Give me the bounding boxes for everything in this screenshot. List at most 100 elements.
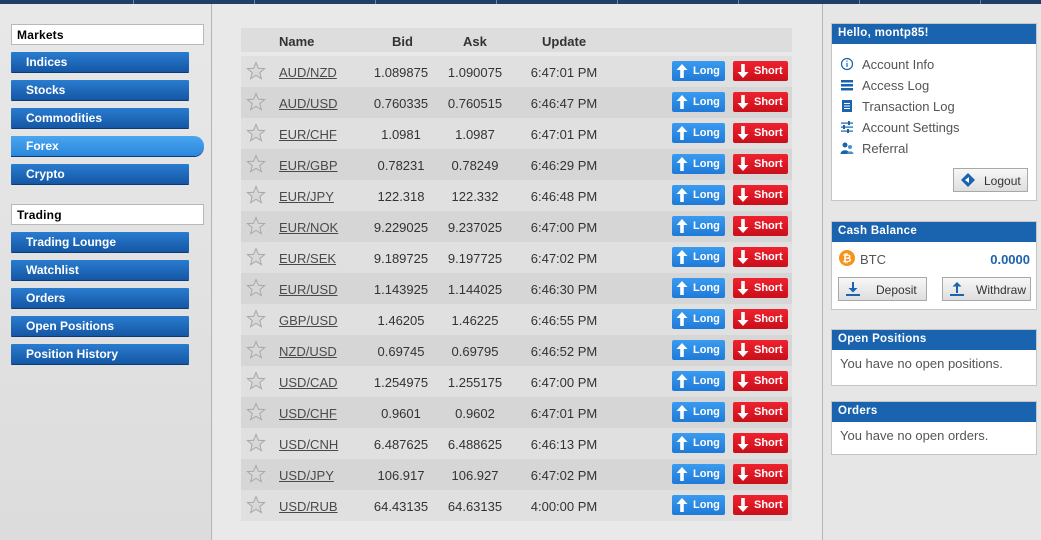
nav-position-history[interactable]: Position History xyxy=(11,344,189,364)
instrument-name[interactable]: EUR/SEK xyxy=(279,251,336,266)
nav-forex[interactable]: Forex xyxy=(11,136,204,156)
withdraw-button[interactable]: Withdraw xyxy=(942,277,1031,301)
instrument-name[interactable]: EUR/CHF xyxy=(279,127,337,142)
star-icon[interactable] xyxy=(246,433,266,453)
nav-open-positions[interactable]: Open Positions xyxy=(11,316,189,336)
instrument-name[interactable]: USD/JPY xyxy=(279,468,334,483)
nav-trading-lounge[interactable]: Trading Lounge xyxy=(11,232,189,252)
long-button[interactable]: Long xyxy=(672,278,725,298)
long-button[interactable]: Long xyxy=(672,216,725,236)
short-button[interactable]: Short xyxy=(733,61,788,81)
long-button[interactable]: Long xyxy=(672,464,725,484)
long-button[interactable]: Long xyxy=(672,247,725,267)
long-button[interactable]: Long xyxy=(672,433,725,453)
star-icon[interactable] xyxy=(246,185,266,205)
arrow-up-icon xyxy=(676,404,688,420)
table-row: USD/CNH 6.487625 6.488625 6:46:13 PM Long Sho… xyxy=(241,428,792,459)
nav-commodities[interactable]: Commodities xyxy=(11,108,189,128)
arrow-down-icon xyxy=(737,466,749,482)
deposit-button[interactable]: Deposit xyxy=(838,277,927,301)
long-button[interactable]: Long xyxy=(672,402,725,422)
star-icon[interactable] xyxy=(246,61,266,81)
long-label: Long xyxy=(693,282,720,294)
nav-orders[interactable]: Orders xyxy=(11,288,189,308)
upload-icon xyxy=(950,282,964,296)
short-button[interactable]: Short xyxy=(733,185,788,205)
nav-crypto[interactable]: Crypto xyxy=(11,164,189,184)
short-label: Short xyxy=(754,189,783,201)
long-button[interactable]: Long xyxy=(672,309,725,329)
star-icon[interactable] xyxy=(246,154,266,174)
cash-currency: BTC xyxy=(860,252,886,267)
instrument-name[interactable]: USD/CNH xyxy=(279,437,338,452)
update-time: 6:46:48 PM xyxy=(530,189,598,204)
arrow-down-icon xyxy=(737,156,749,172)
update-time: 6:47:02 PM xyxy=(530,468,598,483)
instrument-name[interactable]: EUR/GBP xyxy=(279,158,338,173)
instrument-name[interactable]: EUR/NOK xyxy=(279,220,338,235)
nav-stocks[interactable]: Stocks xyxy=(11,80,189,100)
table-header: Name Bid Ask Update xyxy=(241,28,792,52)
star-icon[interactable] xyxy=(246,123,266,143)
short-button[interactable]: Short xyxy=(733,278,788,298)
star-icon[interactable] xyxy=(246,340,266,360)
arrow-up-icon xyxy=(676,466,688,482)
long-button[interactable]: Long xyxy=(672,123,725,143)
logout-icon xyxy=(961,173,975,187)
nav-watchlist[interactable]: Watchlist xyxy=(11,260,189,280)
short-button[interactable]: Short xyxy=(733,247,788,267)
long-label: Long xyxy=(693,65,720,77)
star-icon[interactable] xyxy=(246,371,266,391)
short-label: Short xyxy=(754,282,783,294)
star-icon[interactable] xyxy=(246,402,266,422)
short-button[interactable]: Short xyxy=(733,154,788,174)
short-button[interactable]: Short xyxy=(733,92,788,112)
table-row: AUD/NZD 1.089875 1.090075 6:47:01 PM Long Sho… xyxy=(241,56,792,87)
instrument-name[interactable]: EUR/USD xyxy=(279,282,338,297)
instrument-name[interactable]: EUR/JPY xyxy=(279,189,334,204)
star-icon[interactable] xyxy=(246,309,266,329)
instrument-name[interactable]: GBP/USD xyxy=(279,313,338,328)
instrument-name[interactable]: AUD/NZD xyxy=(279,65,337,80)
long-button[interactable]: Long xyxy=(672,61,725,81)
header-name: Name xyxy=(279,34,315,49)
table-row: USD/RUB 64.43135 64.63135 4:00:00 PM Long Sho… xyxy=(241,490,792,521)
long-label: Long xyxy=(693,406,720,418)
star-icon[interactable] xyxy=(246,216,266,236)
instrument-name[interactable]: USD/RUB xyxy=(279,499,338,514)
arrow-up-icon xyxy=(676,342,688,358)
short-button[interactable]: Short xyxy=(733,216,788,236)
instrument-name[interactable]: USD/CAD xyxy=(279,375,338,390)
star-icon[interactable] xyxy=(246,495,266,515)
short-button[interactable]: Short xyxy=(733,495,788,515)
long-button[interactable]: Long xyxy=(672,495,725,515)
short-button[interactable]: Short xyxy=(733,371,788,391)
arrow-down-icon xyxy=(737,187,749,203)
long-label: Long xyxy=(693,437,720,449)
short-button[interactable]: Short xyxy=(733,433,788,453)
instrument-name[interactable]: USD/CHF xyxy=(279,406,337,421)
short-button[interactable]: Short xyxy=(733,340,788,360)
instrument-name[interactable]: AUD/USD xyxy=(279,96,338,111)
long-button[interactable]: Long xyxy=(672,185,725,205)
star-icon[interactable] xyxy=(246,92,266,112)
star-icon[interactable] xyxy=(246,247,266,267)
instrument-name[interactable]: NZD/USD xyxy=(279,344,337,359)
short-button[interactable]: Short xyxy=(733,123,788,143)
long-button[interactable]: Long xyxy=(672,154,725,174)
star-icon[interactable] xyxy=(246,278,266,298)
deposit-label: Deposit xyxy=(876,283,917,297)
logout-button[interactable]: Logout xyxy=(953,168,1028,192)
short-button[interactable]: Short xyxy=(733,464,788,484)
table-row: EUR/SEK 9.189725 9.197725 6:47:02 PM Long Sho… xyxy=(241,242,792,273)
update-time: 6:47:02 PM xyxy=(530,251,598,266)
long-button[interactable]: Long xyxy=(672,340,725,360)
star-icon[interactable] xyxy=(246,464,266,484)
short-button[interactable]: Short xyxy=(733,309,788,329)
nav-indices[interactable]: Indices xyxy=(11,52,189,72)
long-button[interactable]: Long xyxy=(672,371,725,391)
arrow-down-icon xyxy=(737,497,749,513)
long-button[interactable]: Long xyxy=(672,92,725,112)
short-button[interactable]: Short xyxy=(733,402,788,422)
arrow-up-icon xyxy=(676,125,688,141)
